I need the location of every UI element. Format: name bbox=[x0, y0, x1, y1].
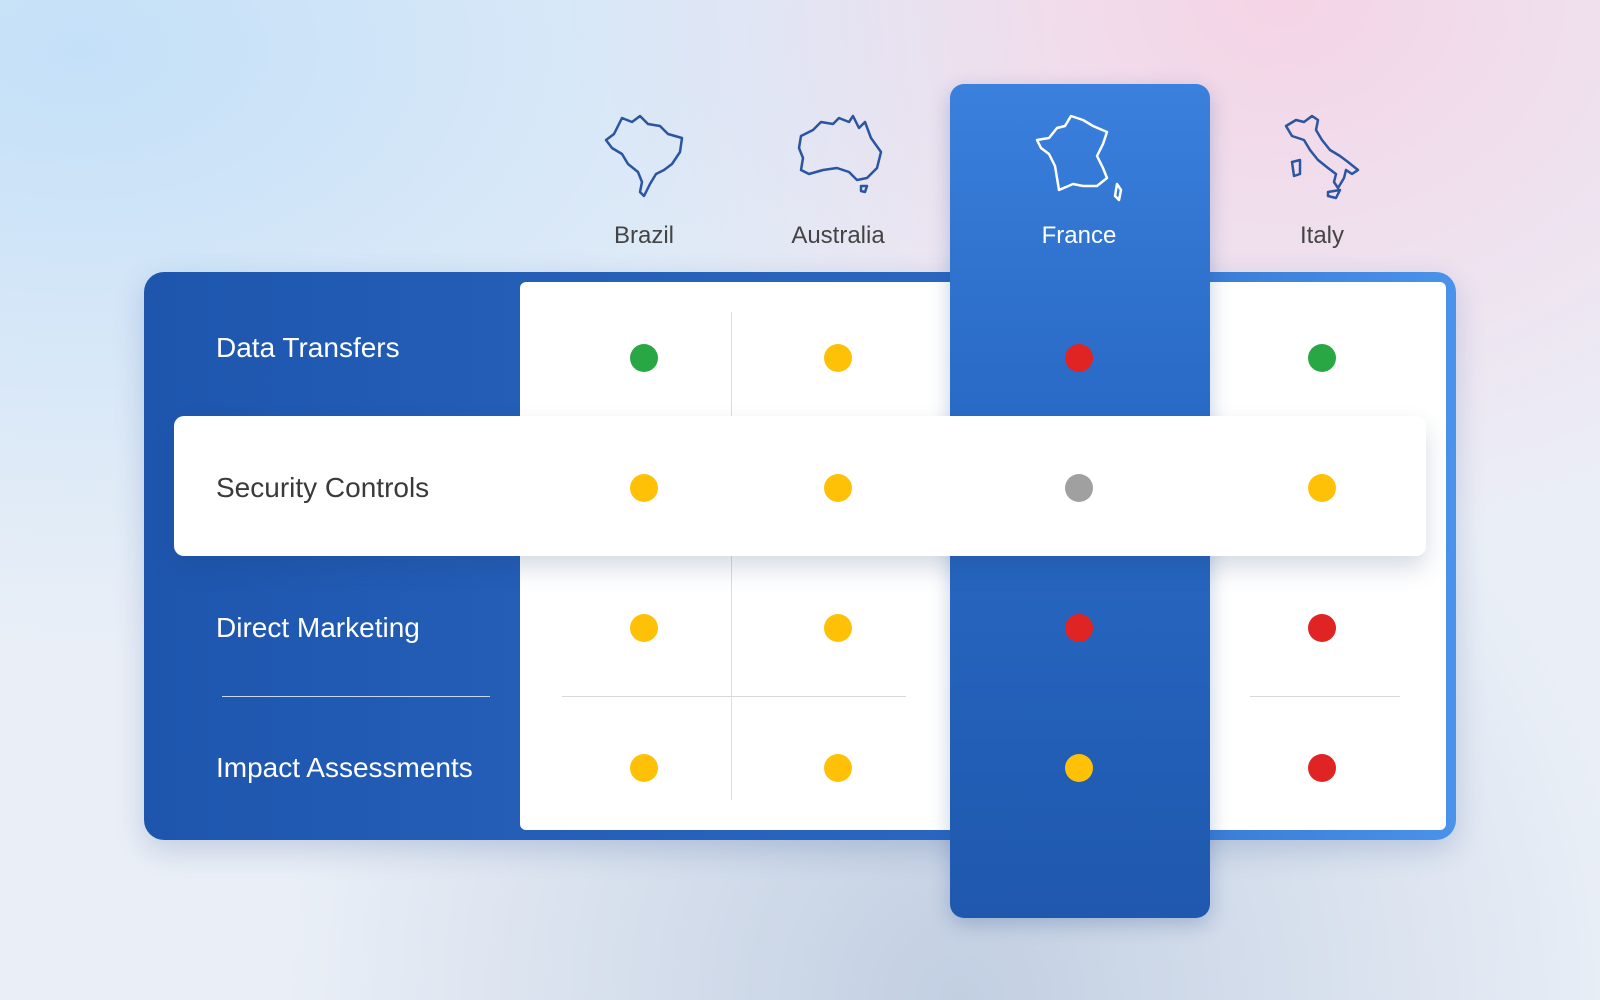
country-label-italy: Italy bbox=[1299, 222, 1345, 249]
row-label-direct-marketing: Direct Marketing bbox=[216, 612, 420, 643]
italy-map-icon bbox=[1284, 114, 1360, 200]
row-label-impact-assessments: Impact Assessments bbox=[216, 752, 473, 783]
row-label-security-controls: Security Controls bbox=[216, 472, 430, 503]
status-dot-yellow bbox=[824, 474, 852, 502]
row-divider bbox=[1250, 696, 1400, 697]
status-dot-red bbox=[1065, 614, 1093, 642]
status-dot-green bbox=[630, 344, 658, 372]
status-dot-yellow bbox=[824, 614, 852, 642]
country-label-brazil: Brazil bbox=[613, 222, 675, 249]
row-label-data-transfers: Data Transfers bbox=[216, 332, 400, 363]
brazil-map-icon bbox=[604, 114, 684, 198]
status-dot-yellow bbox=[630, 474, 658, 502]
status-dot-yellow bbox=[630, 614, 658, 642]
status-dot-yellow bbox=[630, 754, 658, 782]
status-dot-red bbox=[1308, 614, 1336, 642]
status-dot-yellow bbox=[824, 754, 852, 782]
status-dot-green bbox=[1308, 344, 1336, 372]
column-divider bbox=[731, 312, 732, 800]
status-dot-red bbox=[1308, 754, 1336, 782]
australia-map-icon bbox=[797, 114, 883, 194]
row-divider bbox=[562, 696, 906, 697]
france-map-icon bbox=[1035, 114, 1123, 202]
country-label-australia: Australia bbox=[791, 222, 885, 249]
status-dot-yellow bbox=[1308, 474, 1336, 502]
status-dot-yellow bbox=[1065, 754, 1093, 782]
status-dot-yellow bbox=[824, 344, 852, 372]
status-dot-red bbox=[1065, 344, 1093, 372]
country-label-france[interactable]: France bbox=[1042, 222, 1117, 250]
status-dot-gray bbox=[1065, 474, 1093, 502]
row-divider bbox=[222, 696, 490, 697]
